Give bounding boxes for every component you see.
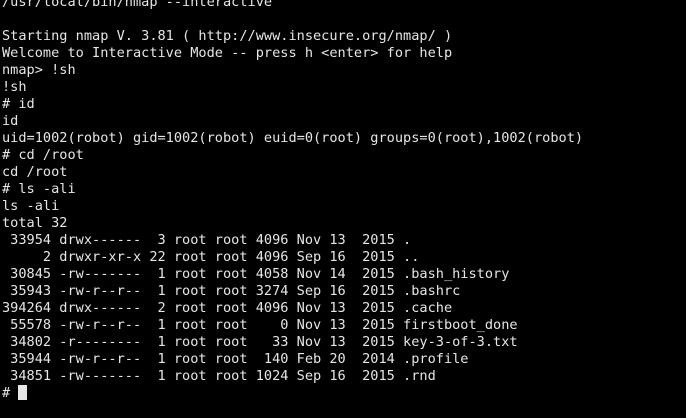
terminal-line: uid=1002(robot) gid=1002(robot) euid=0(r… [2, 130, 584, 146]
terminal-line: /usr/local/bin/nmap --interactive [2, 0, 273, 10]
terminal-line: 33954 drwx------ 3 root root 4096 Nov 13… [2, 232, 412, 248]
terminal-output: /usr/local/bin/nmap --interactive Starti… [2, 0, 583, 402]
terminal-line: nmap> !sh [2, 62, 76, 78]
terminal-line: 55578 -rw-r--r-- 1 root root 0 Nov 13 20… [2, 317, 518, 333]
terminal-line: # id [2, 96, 35, 112]
shell-prompt: # [2, 385, 19, 401]
terminal-line: 35943 -rw-r--r-- 1 root root 3274 Sep 16… [2, 283, 461, 299]
terminal-line: 35944 -rw-r--r-- 1 root root 140 Feb 20 … [2, 351, 469, 367]
terminal-line: !sh [2, 79, 27, 95]
terminal-line: Welcome to Interactive Mode -- press h <… [2, 45, 453, 61]
terminal-line: 34851 -rw------- 1 root root 1024 Sep 16… [2, 368, 436, 384]
terminal-line: # cd /root [2, 147, 84, 163]
terminal-line: 30845 -rw------- 1 root root 4058 Nov 14… [2, 266, 510, 282]
terminal-window[interactable]: /usr/local/bin/nmap --interactive Starti… [0, 0, 686, 418]
terminal-line: Starting nmap V. 3.81 ( http://www.insec… [2, 28, 453, 44]
terminal-line: total 32 [2, 215, 68, 231]
terminal-line: 34802 -r-------- 1 root root 33 Nov 13 2… [2, 334, 518, 350]
terminal-line: # ls -ali [2, 181, 76, 197]
terminal-line: cd /root [2, 164, 68, 180]
text-cursor [18, 385, 28, 400]
terminal-line: id [2, 113, 19, 129]
prompt-line[interactable]: # [2, 385, 583, 402]
terminal-line: 394264 drwx------ 2 root root 4096 Nov 1… [2, 300, 453, 316]
terminal-line: ls -ali [2, 198, 60, 214]
terminal-line: 2 drwxr-xr-x 22 root root 4096 Sep 16 20… [2, 249, 420, 265]
